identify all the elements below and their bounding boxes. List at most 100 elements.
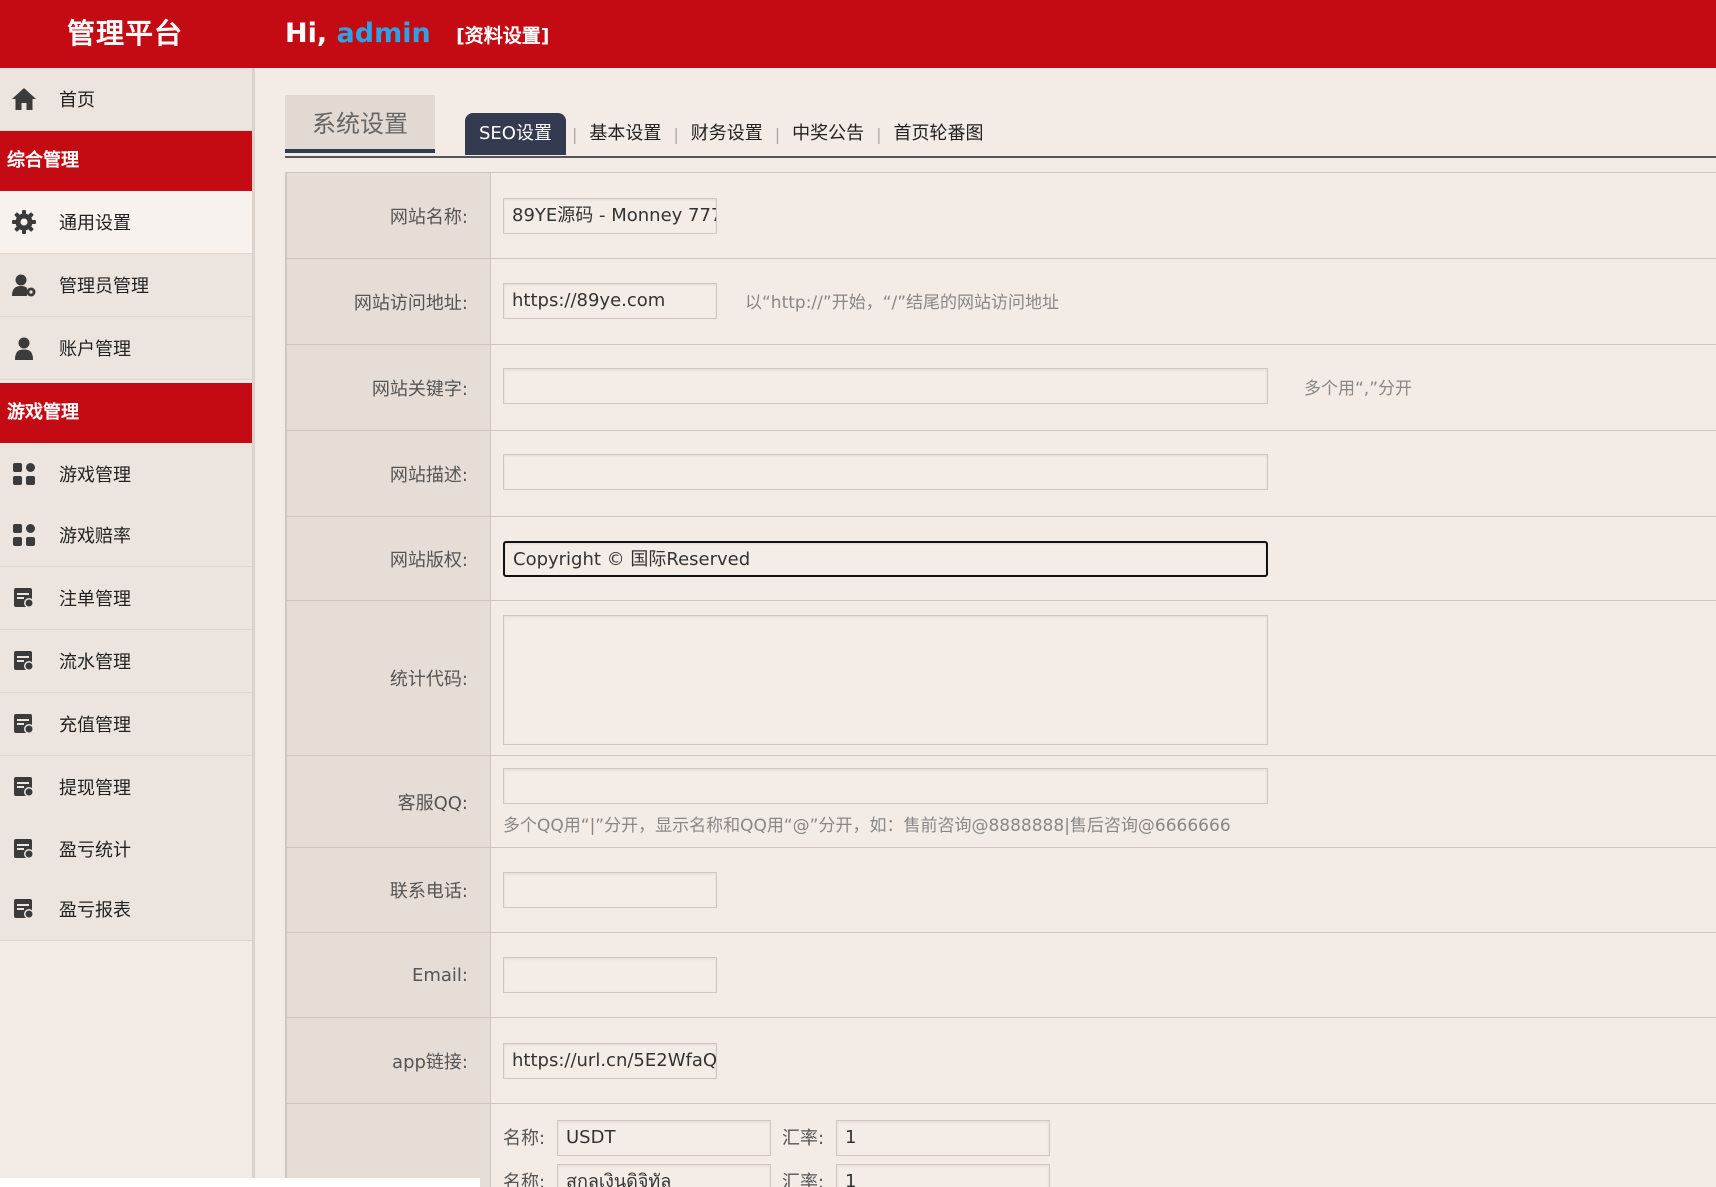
sidebar-item-label: 首页	[59, 90, 95, 111]
site-url-hint: 以“http://”开始，“/”结尾的网站访问地址	[745, 293, 1060, 313]
keywords-input[interactable]	[503, 368, 1268, 404]
admin-user-icon	[11, 272, 37, 298]
sidebar-item-game-management[interactable]: 游戏管理	[0, 443, 252, 506]
ledger-icon	[11, 585, 37, 611]
ledger-icon	[11, 774, 37, 800]
sidebar-group-games: 游戏管理	[0, 383, 252, 443]
site-url-label: 网站访问地址:	[285, 259, 491, 344]
phone-input[interactable]	[503, 872, 717, 908]
greeting: Hi, admin [资料设置]	[285, 0, 549, 68]
form-row-currencies: 名称: USDT 汇率: 1 名称: สกุลเงินดิจิทัล 汇率: 1	[285, 1103, 1716, 1187]
sidebar-item-label: 账户管理	[59, 339, 131, 360]
stats-code-label: 统计代码:	[285, 601, 491, 755]
sidebar-item-profit-report[interactable]: 盈亏报表	[0, 878, 252, 941]
sidebar-item-flow-management[interactable]: 流水管理	[0, 630, 252, 693]
tab-carousel[interactable]: 首页轮番图	[888, 113, 990, 155]
currency-rate-label: 汇率:	[782, 1172, 825, 1187]
form-row-service-qq: 客服QQ: 多个QQ用“|”分开，显示名称和QQ用“@”分开，如：售前咨询@88…	[285, 755, 1716, 847]
sidebar-item-recharge-management[interactable]: 充值管理	[0, 693, 252, 756]
sidebar-item-game-odds[interactable]: 游戏赔率	[0, 504, 252, 567]
sidebar-item-label: 管理员管理	[59, 276, 149, 297]
keywords-hint: 多个用“,”分开	[1304, 379, 1413, 399]
ledger-icon	[11, 896, 37, 922]
user-icon	[11, 335, 37, 361]
email-label: Email:	[285, 933, 491, 1017]
phone-label: 联系电话:	[285, 848, 491, 932]
sidebar-item-label: 游戏赔率	[59, 526, 131, 547]
site-url-input[interactable]: https://89ye.com	[503, 283, 717, 319]
apps-icon	[11, 461, 37, 487]
sidebar-item-label: 流水管理	[59, 652, 131, 673]
form-row-copyright: 网站版权: Copyright © 国际Reserved	[285, 516, 1716, 600]
tab-separator: |	[876, 124, 882, 144]
currency-rate-input[interactable]: 1	[836, 1120, 1050, 1156]
currency-name-input[interactable]: สกุลเงินดิจิทัล	[557, 1164, 771, 1187]
form-row-phone: 联系电话:	[285, 847, 1716, 932]
sidebar-item-profit-stats[interactable]: 盈亏统计	[0, 818, 252, 881]
sidebar-group-general: 综合管理	[0, 131, 252, 191]
copyright-label: 网站版权:	[285, 517, 491, 600]
service-qq-hint: 多个QQ用“|”分开，显示名称和QQ用“@”分开，如：售前咨询@8888888|…	[503, 816, 1231, 836]
sidebar-item-label: 注单管理	[59, 589, 131, 610]
email-input[interactable]	[503, 957, 717, 993]
ledger-icon	[11, 836, 37, 862]
form-row-site-url: 网站访问地址: https://89ye.com 以“http://”开始，“/…	[285, 258, 1716, 344]
top-header: 管理平台 Hi, admin [资料设置]	[0, 0, 1716, 68]
form-row-stats-code: 统计代码:	[285, 600, 1716, 755]
site-name-label: 网站名称:	[285, 173, 491, 258]
currency-rate-input[interactable]: 1	[836, 1164, 1050, 1187]
page-title: 系统设置	[285, 95, 435, 153]
apps-icon	[11, 522, 37, 548]
sidebar-item-withdraw-management[interactable]: 提现管理	[0, 756, 252, 819]
service-qq-input[interactable]	[503, 768, 1268, 804]
form-row-site-name: 网站名称: 89YE源码 - Monney 777	[285, 172, 1716, 258]
username: admin	[336, 18, 431, 49]
description-label: 网站描述:	[285, 431, 491, 516]
description-input[interactable]	[503, 454, 1268, 490]
service-qq-label: 客服QQ:	[285, 756, 491, 847]
sidebar-item-admin-management[interactable]: 管理员管理	[0, 254, 252, 317]
tab-announcement[interactable]: 中奖公告	[786, 113, 870, 155]
sidebar-item-label: 通用设置	[59, 213, 131, 234]
stats-code-textarea[interactable]	[503, 615, 1268, 745]
form-row-app-link: app链接: https://url.cn/5E2WfaQ	[285, 1017, 1716, 1103]
tab-finance[interactable]: 财务设置	[685, 113, 769, 155]
sidebar-item-account-management[interactable]: 账户管理	[0, 317, 252, 380]
gear-icon	[11, 209, 37, 235]
form-row-email: Email:	[285, 932, 1716, 1017]
sidebar-item-label: 游戏管理	[59, 465, 131, 486]
greeting-prefix: Hi,	[285, 18, 328, 49]
home-icon	[11, 86, 37, 112]
sidebar: 首页 综合管理 通用设置 管理员管理 账户管理 游戏管理 游戏管理 游戏赔率 注…	[0, 68, 255, 1187]
form-row-description: 网站描述:	[285, 430, 1716, 516]
keywords-label: 网站关键字:	[285, 345, 491, 430]
ledger-icon	[11, 711, 37, 737]
form-row-keywords: 网站关键字: 多个用“,”分开	[285, 344, 1716, 430]
tab-basic[interactable]: 基本设置	[583, 113, 667, 155]
currencies-label-cell	[285, 1104, 491, 1187]
copyright-input[interactable]: Copyright © 国际Reserved	[503, 541, 1268, 577]
sidebar-item-general-settings[interactable]: 通用设置	[0, 191, 252, 254]
sidebar-item-label: 盈亏统计	[59, 840, 131, 861]
currency-rate-label: 汇率:	[782, 1128, 825, 1149]
sidebar-item-home[interactable]: 首页	[0, 68, 252, 131]
app-link-input[interactable]: https://url.cn/5E2WfaQ	[503, 1043, 717, 1079]
sidebar-item-label: 充值管理	[59, 715, 131, 736]
sidebar-item-bet-management[interactable]: 注单管理	[0, 567, 252, 630]
tab-separator: |	[774, 124, 781, 144]
sidebar-item-label: 盈亏报表	[59, 900, 131, 921]
app-link-label: app链接:	[285, 1018, 491, 1103]
ledger-icon	[11, 648, 37, 674]
profile-settings-link[interactable]: [资料设置]	[456, 25, 549, 47]
tab-separator: |	[571, 124, 578, 144]
currency-name-input[interactable]: USDT	[557, 1120, 771, 1156]
site-name-input[interactable]: 89YE源码 - Monney 777	[503, 198, 717, 234]
settings-tabs: SEO设置 | 基本设置 | 财务设置 | 中奖公告 | 首页轮番图	[465, 113, 990, 155]
currency-name-label: 名称:	[503, 1128, 546, 1149]
tab-seo[interactable]: SEO设置	[465, 113, 566, 155]
sidebar-item-label: 提现管理	[59, 778, 131, 799]
tabs-divider	[285, 156, 1716, 158]
bottom-scrollbar-area	[0, 1178, 480, 1187]
tab-separator: |	[673, 124, 679, 144]
currency-name-label: 名称:	[503, 1172, 546, 1187]
